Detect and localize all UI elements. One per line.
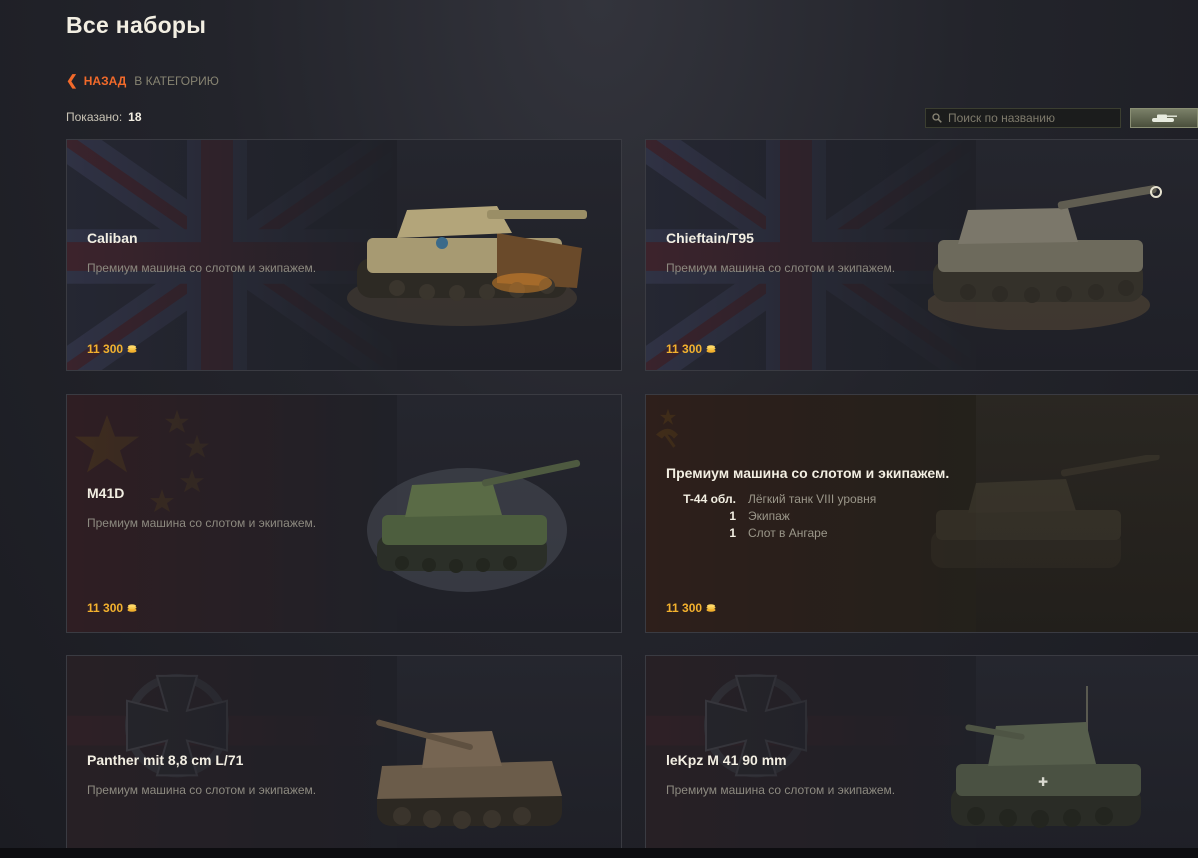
caliban-tank-image	[347, 206, 587, 326]
bundle-description: Премиум машина со слотом и экипажем.	[87, 516, 317, 530]
breadcrumb: ❮ НАЗАД В КАТЕГОРИЮ	[66, 72, 219, 89]
item-label: Слот в Ангаре	[748, 525, 828, 540]
list-item: 1 Слот в Ангаре	[676, 524, 876, 541]
item-label: Лёгкий танк VIII уровня	[748, 491, 877, 506]
bottom-bar	[0, 848, 1198, 858]
tank-icon	[1152, 114, 1177, 122]
bundle-card-chieftain-t95[interactable]: Chieftain/T95 Премиум машина со слотом и…	[645, 139, 1198, 371]
item-label: Экипаж	[748, 508, 790, 523]
bundle-name: leKpz M 41 90 mm	[666, 752, 787, 768]
bundle-description: Премиум машина со слотом и экипажем.	[666, 783, 896, 797]
bundle-description: Премиум машина со слотом и экипажем.	[87, 783, 317, 797]
list-item: T-44 обл. Лёгкий танк VIII уровня	[676, 490, 876, 507]
bundle-name: M41D	[87, 485, 125, 501]
china-flag-background	[67, 395, 397, 632]
gold-coins-icon	[706, 604, 716, 612]
item-quantity: 1	[729, 508, 736, 523]
price-value: 11 300	[666, 601, 703, 615]
item-quantity: 1	[729, 525, 736, 540]
bundle-price: 11 300	[87, 342, 137, 356]
bundle-card-lekpz-m41-90[interactable]: ✚ leKpz M 41 90 mm Премиум машина со сло…	[645, 655, 1198, 855]
gold-coins-icon	[127, 345, 137, 353]
bundle-description: Премиум машина со слотом и экипажем.	[87, 261, 317, 275]
item-quantity: T-44 обл.	[683, 491, 736, 506]
bundle-price: 11 300	[666, 342, 716, 356]
back-label: НАЗАД	[83, 73, 127, 88]
svg-text:✚: ✚	[1038, 775, 1048, 789]
m41d-tank-image	[367, 459, 581, 592]
shown-count: 18	[128, 110, 142, 124]
bundle-name: Chieftain/T95	[666, 230, 754, 246]
price-value: 11 300	[666, 342, 703, 356]
shown-counter: Показано: 18	[66, 110, 142, 124]
vehicle-filter-button[interactable]	[1130, 108, 1198, 128]
price-value: 11 300	[87, 601, 124, 615]
gold-coins-icon	[706, 345, 716, 353]
uk-flag-background	[646, 140, 976, 370]
chevron-left-icon: ❮	[66, 72, 78, 88]
gold-coins-icon	[127, 604, 137, 612]
back-button[interactable]: ❮ НАЗАД	[66, 72, 126, 89]
chieftain-tank-image	[928, 185, 1162, 330]
to-category-link[interactable]: В КАТЕГОРИЮ	[134, 74, 219, 88]
bundle-card-m41d[interactable]: M41D Премиум машина со слотом и экипажем…	[66, 394, 622, 633]
bundle-price: 11 300	[87, 601, 137, 615]
bundle-name: Panther mit 8,8 cm L/71	[87, 752, 244, 768]
bundle-card-panther-88[interactable]: Panther mit 8,8 cm L/71 Премиум машина с…	[66, 655, 622, 855]
search-icon	[932, 113, 942, 123]
bundle-card-t44[interactable]: Премиум машина со слотом и экипажем. T-4…	[645, 394, 1198, 633]
bundle-description: Премиум машина со слотом и экипажем.	[666, 261, 896, 275]
search-field[interactable]	[925, 108, 1121, 128]
bundle-title: Премиум машина со слотом и экипажем.	[666, 465, 950, 481]
bundle-price: 11 300	[666, 601, 716, 615]
page-title: Все наборы	[66, 12, 207, 38]
t44-tank-image	[931, 455, 1160, 568]
lekpz-tank-image: ✚	[951, 686, 1141, 828]
bundle-contents-list: T-44 обл. Лёгкий танк VIII уровня 1 Экип…	[676, 490, 876, 541]
bundle-card-caliban[interactable]: Caliban Премиум машина со слотом и экипа…	[66, 139, 622, 371]
list-item: 1 Экипаж	[676, 507, 876, 524]
bundle-name: Caliban	[87, 230, 138, 246]
shown-label: Показано:	[66, 110, 123, 124]
panther-tank-image	[376, 719, 562, 829]
search-input[interactable]	[948, 111, 1108, 125]
price-value: 11 300	[87, 342, 124, 356]
